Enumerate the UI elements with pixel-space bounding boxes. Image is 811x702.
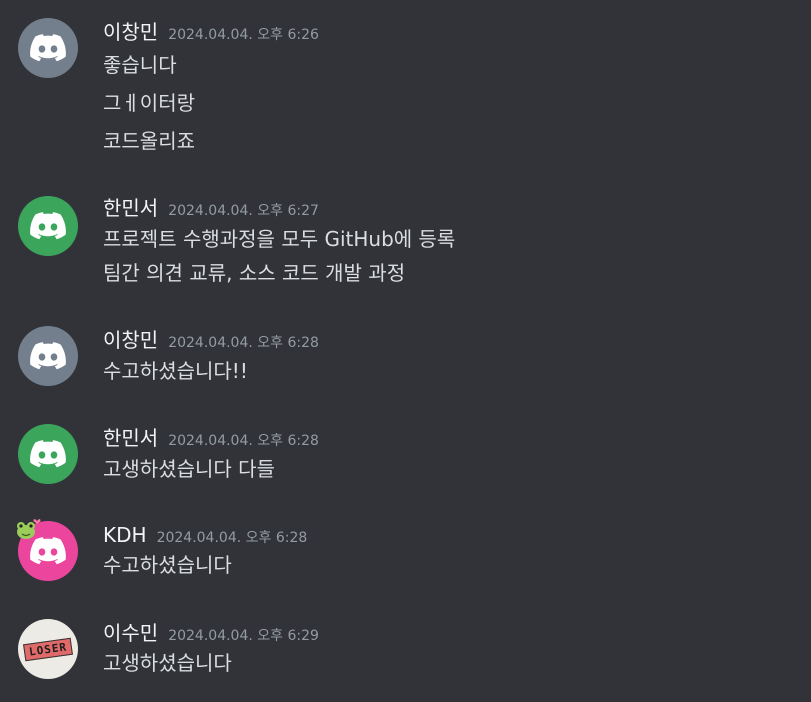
timestamp[interactable]: 2024.04.04. 오후 6:28 — [168, 329, 319, 357]
discord-logo-icon — [30, 440, 66, 468]
chat-log: 이창민 2024.04.04. 오후 6:26 좋습니다 그ㅔ이터랑 코드올리죠… — [0, 0, 811, 702]
message-header: 한민서 2024.04.04. 오후 6:27 — [103, 194, 319, 222]
message-text: 수고하셨습니다!! — [103, 359, 248, 383]
message-text: 좋습니다 — [103, 53, 177, 77]
avatar-image-text: LOSER — [22, 637, 74, 661]
discord-logo-icon — [30, 342, 66, 370]
username[interactable]: KDH — [103, 521, 147, 549]
discord-logo-icon — [30, 212, 66, 240]
message-text: 코드올리죠 — [103, 129, 195, 153]
discord-logo-icon — [30, 34, 66, 62]
avatar[interactable]: LOSER — [18, 619, 78, 679]
username[interactable]: 한민서 — [103, 194, 158, 222]
message-text: 고생하셨습니다 다들 — [103, 457, 275, 481]
username[interactable]: 이수민 — [103, 619, 158, 647]
message-header: 이창민 2024.04.04. 오후 6:28 — [103, 326, 319, 354]
timestamp[interactable]: 2024.04.04. 오후 6:27 — [168, 197, 319, 225]
username[interactable]: 이창민 — [103, 326, 158, 354]
message-header: 이수민 2024.04.04. 오후 6:29 — [103, 619, 319, 647]
timestamp[interactable]: 2024.04.04. 오후 6:26 — [168, 21, 319, 49]
message-header: KDH 2024.04.04. 오후 6:28 — [103, 521, 307, 549]
message-text: 수고하셨습니다 — [103, 553, 232, 577]
message-header: 한민서 2024.04.04. 오후 6:28 — [103, 424, 319, 452]
message-text: 팀간 의견 교류, 소스 코드 개발 과정 — [103, 261, 406, 285]
message-text: 프로젝트 수행과정을 모두 GitHub에 등록 — [103, 227, 456, 251]
message-header: 이창민 2024.04.04. 오후 6:26 — [103, 18, 319, 46]
avatar[interactable] — [18, 196, 78, 256]
timestamp[interactable]: 2024.04.04. 오후 6:29 — [168, 622, 319, 650]
message-text: 그ㅔ이터랑 — [103, 91, 195, 115]
avatar[interactable] — [18, 326, 78, 386]
username[interactable]: 한민서 — [103, 424, 158, 452]
avatar[interactable] — [18, 18, 78, 78]
timestamp[interactable]: 2024.04.04. 오후 6:28 — [157, 524, 308, 552]
frog-decoration-icon — [17, 519, 41, 539]
avatar[interactable] — [18, 424, 78, 484]
message-text: 고생하셨습니다 — [103, 651, 232, 675]
timestamp[interactable]: 2024.04.04. 오후 6:28 — [168, 427, 319, 455]
username[interactable]: 이창민 — [103, 18, 158, 46]
